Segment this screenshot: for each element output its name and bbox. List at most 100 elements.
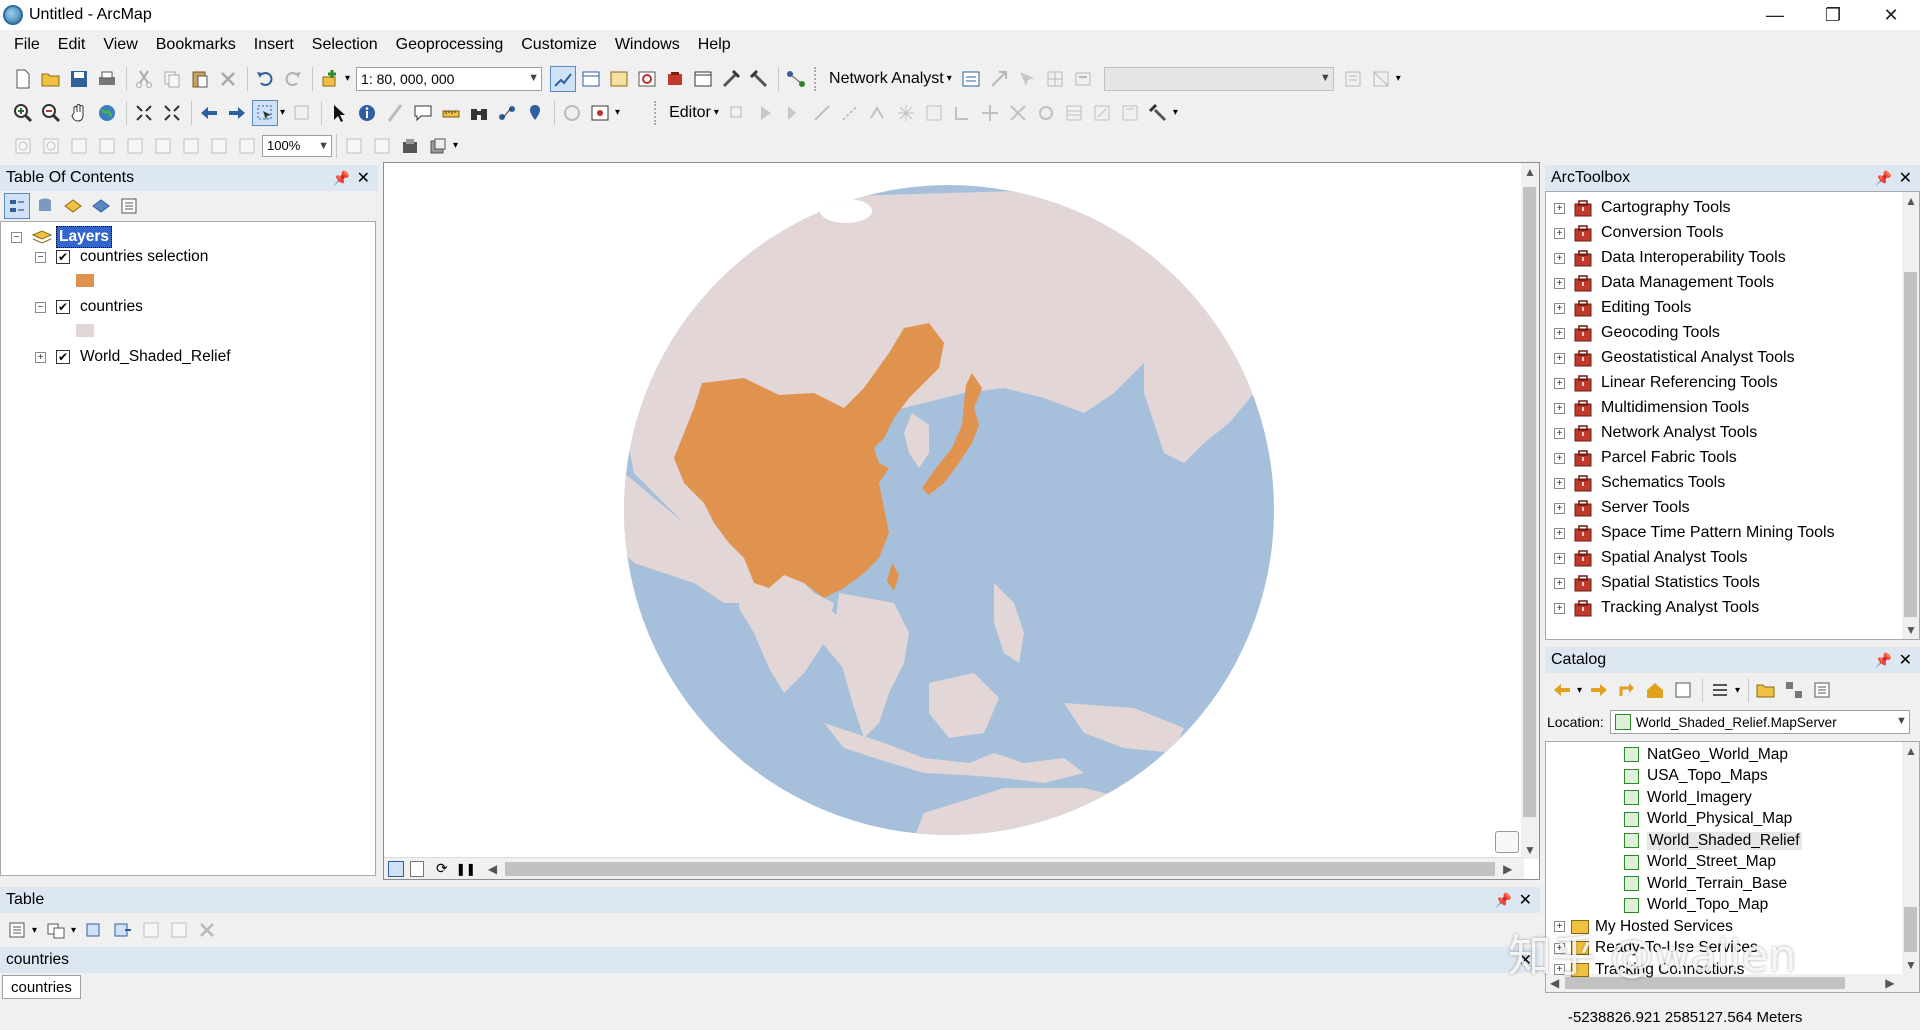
catalog-map-service-item[interactable]: World_Shaded_Relief [1624,830,1802,851]
fixed-layout-zoom-out-icon[interactable] [178,133,204,159]
open-folder-icon[interactable] [38,66,64,92]
toolbox-item[interactable]: + Network Analyst Tools [1554,421,1757,445]
create-network-location-icon[interactable] [986,66,1012,92]
layout-pan-icon[interactable] [66,133,92,159]
split-tool-icon[interactable] [921,100,947,126]
reshape-icon[interactable] [977,100,1003,126]
toolbox-item[interactable]: + Editing Tools [1554,296,1691,320]
toolbox-item[interactable]: + Tracking Analyst Tools [1554,596,1759,620]
data-view-toggle-icon[interactable] [388,860,404,877]
layer-visibility-checkbox[interactable]: ✔ [56,350,70,364]
endpoint-arc-icon[interactable] [837,100,863,126]
focus-data-frame-icon[interactable] [369,133,395,159]
scroll-down-arrow-icon[interactable]: ▼ [1905,958,1917,972]
expand-icon[interactable]: + [1554,302,1565,314]
catalog-map-service-item[interactable]: World_Imagery [1624,787,1752,808]
fixed-zoom-in-icon[interactable] [131,100,157,126]
chevron-down-icon[interactable]: ▾ [280,107,285,118]
toolbox-item[interactable]: + Parcel Fabric Tools [1554,446,1737,470]
globe-map[interactable] [384,163,1522,858]
restore-button[interactable]: ❐ [1804,0,1862,30]
delete-selected-icon[interactable] [194,917,220,943]
map-horizontal-scrollbar[interactable]: ⟳ ❚❚ ◀ ▶ [384,857,1524,879]
scroll-down-arrow-icon[interactable]: ▼ [1524,843,1536,857]
map-view[interactable]: ▲ ▼ ⟳ ❚❚ ◀ ▶ [383,162,1540,880]
expand-icon[interactable]: + [1554,227,1565,239]
undo-icon[interactable] [252,66,278,92]
network-analyst-toggle-icon[interactable] [958,66,984,92]
toolbox-item[interactable]: + Multidimension Tools [1554,396,1749,420]
toolbox-item[interactable]: + Geocoding Tools [1554,321,1720,345]
add-data-dropdown-icon[interactable]: ▾ [345,73,350,84]
toolbar-options-icon[interactable]: ▾ [1396,73,1401,84]
collapse-icon[interactable]: − [35,301,46,313]
close-window-button[interactable]: ✕ [1862,0,1920,30]
toolbox-item[interactable]: + Spatial Statistics Tools [1554,571,1760,595]
catalog-map-service-item[interactable]: USA_Topo_Maps [1624,766,1768,787]
create-viewer-window-icon[interactable] [587,100,613,126]
editor-toolbar-icon[interactable] [550,65,577,92]
measure-ruler-icon[interactable] [438,100,464,126]
fixed-layout-zoom-in-icon[interactable] [150,133,176,159]
export-network-icon[interactable] [1368,66,1394,92]
scroll-left-arrow-icon[interactable]: ◀ [488,862,497,876]
toolbox-item[interactable]: + Data Management Tools [1554,271,1774,295]
toolbox-item[interactable]: + Cartography Tools [1554,196,1731,220]
find-binoculars-icon[interactable] [466,100,492,126]
save-icon[interactable] [66,66,92,92]
auto-hide-pin-icon[interactable]: 📌 [1495,892,1512,909]
menu-bookmarks[interactable]: Bookmarks [147,36,245,54]
table-of-contents-toggle-icon[interactable] [578,66,604,92]
scroll-right-arrow-icon[interactable]: ▶ [1885,976,1894,990]
redo-icon[interactable] [280,66,306,92]
expand-icon[interactable]: + [1554,352,1565,364]
layout-forward-icon[interactable] [234,133,260,159]
attributes-icon[interactable] [1061,100,1087,126]
menu-insert[interactable]: Insert [245,36,303,54]
straight-segment-icon[interactable] [809,100,835,126]
toolbox-item[interactable]: + Linear Referencing Tools [1554,371,1778,395]
expand-icon[interactable]: + [35,351,46,363]
toolbox-item[interactable]: + Space Time Pattern Mining Tools [1554,521,1835,545]
collapse-icon[interactable]: − [11,231,22,243]
hyperlink-icon[interactable] [382,100,408,126]
toolbox-scroll-thumb[interactable] [1904,272,1917,617]
html-popup-icon[interactable] [410,100,436,126]
zoom-to-selected-icon[interactable] [166,917,192,943]
print-icon[interactable] [94,66,120,92]
layout-zoom-in-icon[interactable] [10,133,36,159]
close-arctoolbox-icon[interactable]: ✕ [1899,168,1912,188]
time-slider-icon[interactable] [559,100,585,126]
copy-icon[interactable] [159,66,185,92]
clear-selection-icon[interactable] [289,100,315,126]
arctoolbox-window-icon[interactable] [662,66,688,92]
auto-hide-pin-icon[interactable]: 📌 [1875,652,1892,669]
go-back-arrow-icon[interactable] [196,100,222,126]
zoom-100-icon[interactable] [122,133,148,159]
minimize-button[interactable]: — [1746,0,1804,30]
home-icon[interactable] [1642,677,1668,703]
catalog-tree-icon[interactable] [1781,677,1807,703]
catalog-map-service-item[interactable]: NatGeo_World_Map [1624,744,1788,765]
full-extent-globe-icon[interactable] [94,100,120,126]
layer-visibility-checkbox[interactable]: ✔ [56,250,70,264]
zoom-out-icon[interactable] [38,100,64,126]
menu-view[interactable]: View [94,36,146,54]
menu-geoprocessing[interactable]: Geoprocessing [387,36,513,54]
sketch-props-icon[interactable] [1033,100,1059,126]
layer-row-countries-selection[interactable]: − ✔ countries selection [35,248,208,266]
expand-icon[interactable]: + [1554,202,1565,214]
select-move-network-locations-icon[interactable] [1014,66,1040,92]
edit-tool-icon[interactable] [725,100,751,126]
layout-zoom-percent-combo[interactable]: 100% ▼ [262,134,332,157]
point-icon[interactable] [893,100,919,126]
auto-hide-pin-icon[interactable]: 📌 [333,170,350,187]
related-tables-icon[interactable] [43,917,69,943]
catalog-map-service-item[interactable]: World_Terrain_Base [1624,873,1787,894]
catalog-options-icon[interactable] [1809,677,1835,703]
data-driven-pages-icon[interactable] [425,133,451,159]
list-by-source-icon[interactable] [32,193,58,219]
toggle-contents-panel-icon[interactable] [1670,677,1696,703]
table-options-icon[interactable] [4,917,30,943]
catalog-vertical-scroll-thumb[interactable] [1904,907,1917,952]
